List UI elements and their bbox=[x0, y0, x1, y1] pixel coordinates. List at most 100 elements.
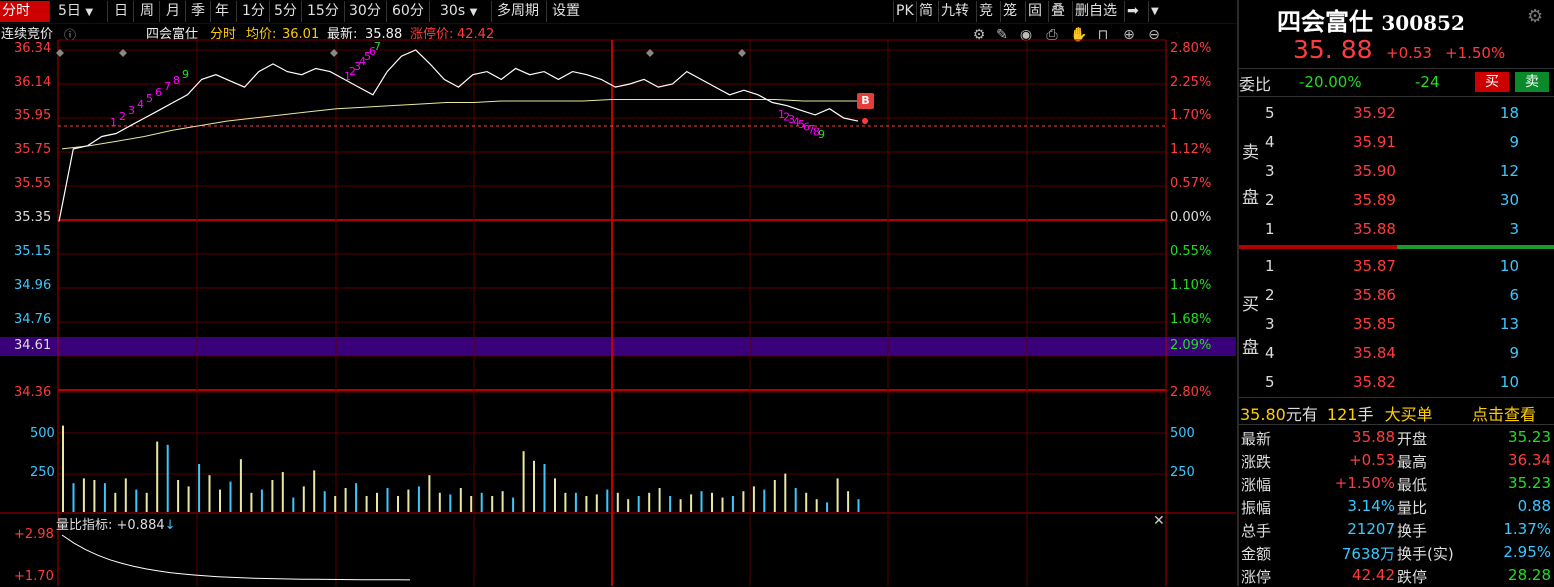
order-level: 2 bbox=[1265, 286, 1275, 304]
volume-bar bbox=[847, 491, 850, 512]
volume-bar bbox=[302, 486, 305, 512]
volume-bar bbox=[501, 491, 504, 512]
order-price: 35.84 bbox=[1353, 344, 1396, 362]
stat-label: 换手 bbox=[1397, 522, 1428, 540]
order-row[interactable]: 2 35.89 30 bbox=[1239, 186, 1554, 215]
stat-value: 35.88 bbox=[1352, 428, 1395, 446]
indicator-label[interactable]: 量比指标: +0.884↓ bbox=[56, 514, 176, 533]
volume-bar bbox=[648, 492, 651, 512]
volume-bar bbox=[857, 499, 860, 512]
volume-bar bbox=[637, 496, 640, 512]
volume-bar bbox=[449, 494, 452, 512]
stat-row: 涨停 42.42 跌停 28.28 bbox=[1239, 564, 1554, 587]
volume-bar bbox=[564, 492, 567, 512]
order-price: 35.86 bbox=[1353, 286, 1396, 304]
stat-row: 总手 21207 换手 1.37% bbox=[1239, 518, 1554, 541]
pct-tick-label: 0.00% bbox=[1170, 210, 1212, 225]
volume-bar bbox=[323, 491, 326, 512]
volume-bar bbox=[721, 497, 724, 512]
divider bbox=[1239, 424, 1554, 425]
pct-tick-label: 0.57% bbox=[1170, 176, 1212, 191]
stat-row: 振幅 3.14% 量比 0.88 bbox=[1239, 495, 1554, 518]
sell-strength-bar bbox=[1239, 245, 1397, 249]
pct-tick-label: 2.09% bbox=[1170, 338, 1212, 353]
arrow-down-icon: ↓ bbox=[164, 518, 176, 533]
order-level: 4 bbox=[1265, 133, 1275, 151]
stat-label: 最高 bbox=[1397, 453, 1428, 471]
stat-label: 最低 bbox=[1397, 476, 1428, 494]
close-icon[interactable]: ✕ bbox=[1153, 513, 1165, 529]
volume-bar bbox=[344, 488, 347, 512]
volume-bar bbox=[428, 475, 431, 512]
volume-bar bbox=[658, 488, 661, 512]
panel-stock-code: 300852 bbox=[1381, 11, 1465, 35]
sell-button[interactable]: 卖 bbox=[1515, 72, 1549, 92]
early-seq-marker: 4 bbox=[137, 98, 144, 111]
order-level: 1 bbox=[1265, 257, 1275, 275]
volume-bar bbox=[365, 496, 368, 512]
stat-label: 涨幅 bbox=[1241, 476, 1272, 494]
order-volume: 6 bbox=[1509, 286, 1519, 304]
view-big-orders-link[interactable]: 点击查看 bbox=[1472, 401, 1536, 425]
stat-value: 1.37% bbox=[1503, 520, 1551, 538]
volume-bar bbox=[700, 491, 703, 512]
order-volume: 9 bbox=[1509, 133, 1519, 151]
early-seq-marker: 9 bbox=[182, 68, 189, 81]
panel-stock-name-text: 四会富仕 bbox=[1277, 7, 1373, 36]
gear-icon[interactable]: ⚙ bbox=[1527, 6, 1543, 27]
volume-bar bbox=[177, 480, 180, 512]
volume-bar bbox=[334, 496, 337, 512]
stat-row: 最新 35.88 开盘 35.23 bbox=[1239, 426, 1554, 449]
volume-bar bbox=[491, 496, 494, 512]
indicator-label-text: 量比指标: +0.884 bbox=[56, 518, 165, 533]
volume-bar bbox=[815, 499, 818, 512]
order-level: 5 bbox=[1265, 373, 1275, 391]
order-row[interactable]: 5 35.92 18 bbox=[1239, 99, 1554, 128]
early-seq-marker: 3 bbox=[128, 104, 135, 117]
early-seq-marker: 1 bbox=[110, 116, 117, 129]
volume-bar bbox=[397, 496, 399, 512]
stat-value: 21207 bbox=[1347, 520, 1395, 538]
order-row[interactable]: 1 35.87 10 bbox=[1239, 252, 1554, 281]
pct-tick-label: 1.12% bbox=[1170, 142, 1212, 157]
panel-change: +0.53 bbox=[1386, 44, 1432, 62]
order-row[interactable]: 1 35.88 3 bbox=[1239, 215, 1554, 244]
volume-bars bbox=[62, 425, 860, 512]
volume-bar bbox=[187, 486, 190, 512]
order-row[interactable]: 4 35.84 9 bbox=[1239, 339, 1554, 368]
volume-bar bbox=[794, 488, 797, 512]
divider bbox=[1239, 397, 1554, 398]
price-dot bbox=[862, 118, 868, 124]
stat-row: 涨跌 +0.53 最高 36.34 bbox=[1239, 449, 1554, 472]
big-order-price: 35.80 bbox=[1240, 405, 1286, 424]
order-row[interactable]: 2 35.86 6 bbox=[1239, 281, 1554, 310]
panel-price: 35. 88 bbox=[1293, 35, 1373, 64]
vol-axis-top: 34.36 bbox=[14, 385, 52, 400]
order-row[interactable]: 5 35.82 10 bbox=[1239, 368, 1554, 397]
price-tick-label: 36.34 bbox=[14, 41, 52, 56]
buy-signal-badge[interactable]: B bbox=[857, 93, 874, 109]
stat-value: 0.88 bbox=[1517, 497, 1551, 515]
stat-label: 涨停 bbox=[1241, 568, 1272, 586]
order-row[interactable]: 3 35.85 13 bbox=[1239, 310, 1554, 339]
stat-value: 35.23 bbox=[1508, 428, 1551, 446]
volume-bar bbox=[124, 478, 127, 512]
stat-label: 总手 bbox=[1241, 522, 1272, 540]
buy-button[interactable]: 买 bbox=[1475, 72, 1509, 92]
volume-bar bbox=[376, 492, 378, 512]
volume-bar bbox=[417, 486, 420, 512]
order-row[interactable]: 4 35.91 9 bbox=[1239, 128, 1554, 157]
pct-tick-label: 1.70% bbox=[1170, 108, 1212, 123]
order-volume: 18 bbox=[1499, 104, 1519, 122]
order-price: 35.82 bbox=[1353, 373, 1396, 391]
vol-axis-right-250: 250 bbox=[1170, 465, 1195, 480]
order-volume: 10 bbox=[1499, 257, 1519, 275]
divider bbox=[1239, 68, 1554, 69]
late-seq-marker: 9 bbox=[818, 128, 825, 141]
order-row[interactable]: 3 35.90 12 bbox=[1239, 157, 1554, 186]
order-price: 35.90 bbox=[1353, 162, 1396, 180]
volume-bar bbox=[480, 492, 483, 512]
stat-label: 最新 bbox=[1241, 430, 1272, 448]
price-tick-label: 35.35 bbox=[14, 210, 52, 225]
volume-bar bbox=[229, 481, 232, 512]
